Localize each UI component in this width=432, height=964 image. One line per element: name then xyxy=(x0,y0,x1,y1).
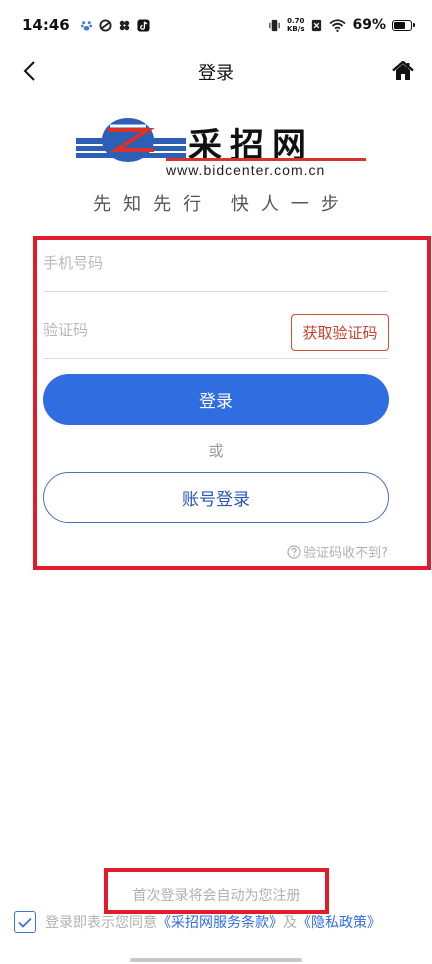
code-field: 获取验证码 xyxy=(43,303,389,359)
flower-app-icon xyxy=(119,20,129,30)
net-speed-unit: KB/s xyxy=(287,25,305,33)
account-login-button[interactable]: 账号登录 xyxy=(43,472,389,523)
battery-icon xyxy=(392,19,415,31)
battery-percent: 69% xyxy=(352,17,386,33)
sync-app-icon xyxy=(99,18,112,32)
code-input[interactable] xyxy=(43,303,263,357)
tiktok-icon xyxy=(137,18,150,32)
check-icon xyxy=(18,917,32,928)
phone-field xyxy=(43,236,389,292)
help-circle-icon xyxy=(287,544,301,559)
agree-checkbox[interactable] xyxy=(14,911,36,933)
wifi-icon xyxy=(329,18,347,32)
phone-input[interactable] xyxy=(43,236,263,290)
slogan: 先知先行 快人一步 xyxy=(93,194,351,215)
logo-url: www.bidcenter.com.cn xyxy=(166,162,326,178)
home-icon xyxy=(392,61,414,80)
vibrate-icon xyxy=(269,19,280,31)
login-button[interactable]: 登录 xyxy=(43,374,389,425)
no-code-label: 验证码收不到? xyxy=(303,546,388,561)
page-title: 登录 xyxy=(198,63,234,84)
first-login-note: 首次登录将会自动为您注册 xyxy=(132,888,301,904)
home-button[interactable] xyxy=(388,56,418,86)
terms-link[interactable]: 《采招网服务条款》 xyxy=(157,912,283,932)
logo: 采招网 www.bidcenter.com.cn xyxy=(76,114,366,184)
get-code-button[interactable]: 获取验证码 xyxy=(291,314,389,351)
or-divider: 或 xyxy=(208,442,224,460)
no-sim-icon xyxy=(312,19,322,31)
agree-prefix: 登录即表示您同意 xyxy=(45,915,157,931)
privacy-link[interactable]: 《隐私政策》 xyxy=(297,912,381,932)
agreement-row: 登录即表示您同意 《采招网服务条款》 及 《隐私政策》 xyxy=(14,909,424,935)
nav-bar: 登录 xyxy=(0,50,432,92)
and-text: 及 xyxy=(283,915,297,931)
battery-fill xyxy=(394,21,406,29)
net-speed: 0.70 KB/s xyxy=(287,17,304,33)
notification-icons xyxy=(80,18,150,32)
status-time: 14:46 xyxy=(22,16,70,34)
no-code-link[interactable]: 验证码收不到? xyxy=(287,542,388,561)
net-speed-value: 0.70 xyxy=(287,17,305,25)
status-bar: 14:46 0.70 KB/s 69% xyxy=(0,0,432,50)
status-right: 0.70 KB/s 69% xyxy=(268,17,415,33)
paw-icon xyxy=(80,20,92,31)
home-indicator[interactable] xyxy=(130,958,302,962)
